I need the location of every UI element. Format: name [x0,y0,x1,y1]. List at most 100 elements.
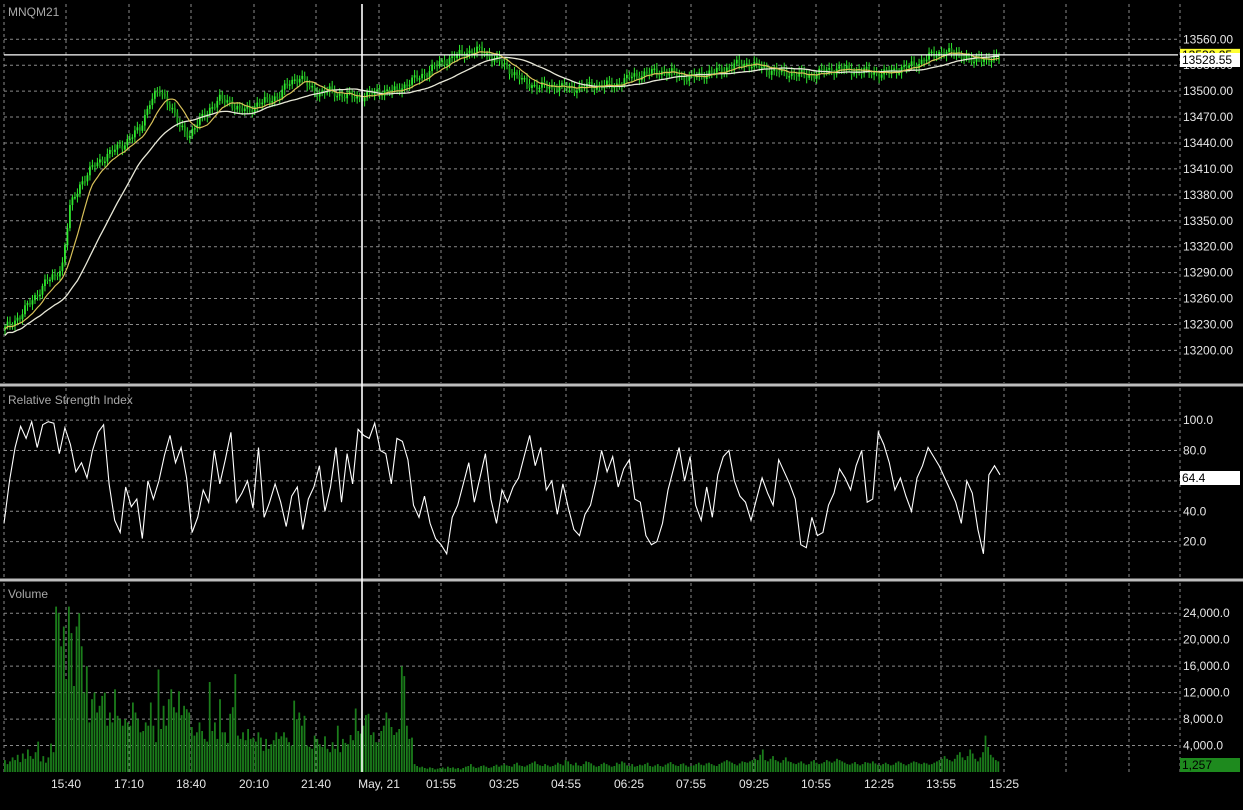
volume-bar [667,763,669,772]
candle-body [471,50,473,54]
candle-body [293,79,296,81]
volume-bar [959,752,961,772]
x-axis-tick-label: 20:10 [239,777,269,791]
volume-bar [423,768,426,772]
candle-body [151,98,154,106]
candle-body [306,79,309,86]
candle-body [41,286,44,295]
candle-body [363,97,366,102]
candle-body [426,75,428,77]
volume-bar [34,752,37,772]
candle-body [168,104,171,108]
volume-bar [290,745,293,772]
volume-bar [470,764,472,772]
rsi-current-label: 64.4 [1182,471,1206,485]
candle-body [566,87,568,89]
volume-bar [480,766,482,772]
candle-body [760,67,763,69]
volume-bar [769,758,772,772]
volume-bar [96,712,98,772]
candle-body [258,102,261,105]
volume-bar [956,754,959,772]
volume-bar [503,764,506,772]
volume-bar [487,768,490,772]
volume-bar [864,762,867,772]
volume-bar [608,765,611,772]
candle-body [815,75,818,79]
volume-bar [500,765,503,772]
candle-body [910,61,913,66]
volume-bar [275,732,278,772]
candle-body [828,68,831,70]
candle-body [533,84,536,87]
volume-bar [810,761,813,772]
candle-body [156,91,159,93]
volume-bar [447,766,449,772]
volume-bar [493,766,495,772]
volume-bar [62,626,65,772]
candle-body [770,70,773,75]
volume-bar [208,682,211,772]
volume-bar [505,765,508,772]
candle-body [276,96,279,98]
candle-body [526,77,528,84]
volume-bar [669,762,672,772]
chart-canvas[interactable]: MNQM21 Relative Strength Index Volume 13… [0,0,1243,810]
candle-body [136,127,139,131]
volume-bar [672,764,675,772]
candle-body [26,302,29,306]
x-axis-tick-label: May, 21 [358,777,400,791]
volume-bar [928,764,931,772]
volume-bar [88,722,91,772]
candle-body [188,135,191,138]
candle-body [870,72,873,75]
volume-bar [646,762,649,772]
candle-body [281,89,284,98]
volume-bar [930,764,933,772]
candle-body [913,61,915,65]
x-axis-tick-label: 15:25 [989,777,1019,791]
volume-bar [119,719,121,772]
volume-bar [52,752,55,772]
candle-body [278,97,281,99]
candle-body [453,56,456,58]
rsi-axis-tick-label: 80.0 [1183,444,1207,458]
volume-bar [910,762,913,772]
candle-body [171,107,174,110]
volume-bar [42,756,45,772]
candle-body [685,80,688,82]
volume-bar [536,764,539,772]
volume-bar [884,762,887,772]
candle-body [738,59,741,64]
x-axis-tick-label: 15:40 [51,777,81,791]
volume-bar [846,764,849,772]
volume-bar [295,719,298,772]
volume-bar [825,760,828,772]
candle-body [750,66,753,69]
candle-body [46,279,49,282]
volume-bar [270,744,273,772]
volume-bar [4,760,6,772]
volume-bar [977,761,979,772]
volume-bar [797,762,800,772]
volume-bar [777,761,779,772]
volume-axis-tick-label: 12,000.0 [1183,686,1230,700]
volume-bar [116,715,119,772]
volume-bar [784,757,787,772]
volume-bar [242,732,244,772]
volume-bar [874,763,877,772]
volume-bar [861,764,864,772]
volume-bar [569,764,572,772]
volume-bar [741,761,744,772]
volume-bar [636,766,639,772]
candle-body [983,59,985,62]
volume-bar [992,757,995,772]
volume-bar [969,749,972,772]
candle-body [108,149,111,154]
candle-body [523,77,526,80]
volume-bar [83,692,86,772]
volume-bar [449,768,452,772]
volume-bar [851,763,854,772]
volume-axis-tick-label: 16,000.0 [1183,659,1230,673]
candle-body [561,83,563,86]
